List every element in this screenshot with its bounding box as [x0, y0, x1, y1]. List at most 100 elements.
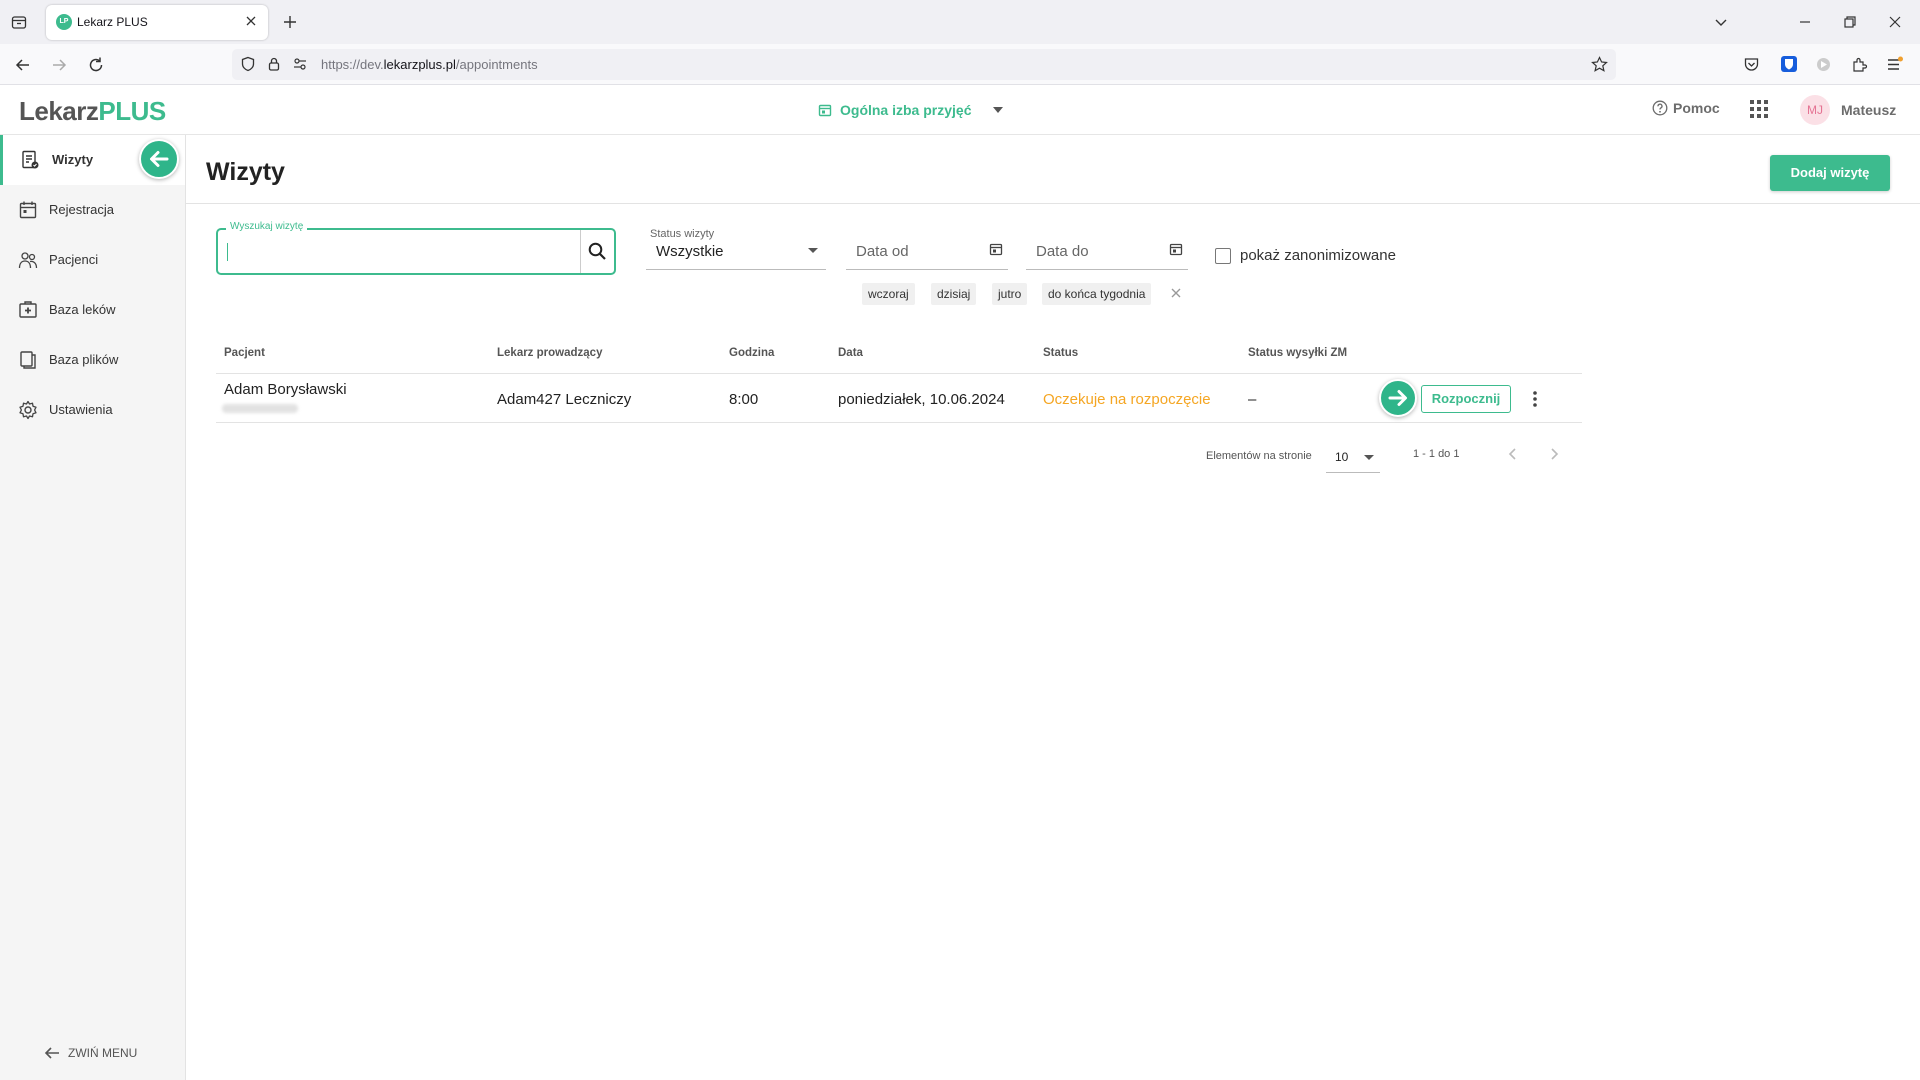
page-title: Wizyty — [206, 158, 285, 186]
collapse-menu-button[interactable]: ZWIŃ MENU — [44, 1046, 137, 1060]
calendar-picker-icon[interactable] — [989, 242, 1003, 256]
status-select-value: Wszystkie — [656, 243, 724, 260]
bookmark-star-icon[interactable] — [1591, 56, 1608, 73]
ward-calendar-icon — [818, 103, 832, 117]
pocket-icon[interactable] — [1743, 56, 1760, 73]
column-header-time[interactable]: Godzina — [729, 347, 774, 359]
date-from-field[interactable]: Data od — [846, 228, 1008, 270]
checkbox-box[interactable] — [1215, 247, 1231, 264]
column-header-patient[interactable]: Pacjent — [224, 347, 265, 359]
browser-tab-bar: LP Lekarz PLUS — [0, 0, 1920, 44]
avatar[interactable]: MJ — [1800, 95, 1830, 125]
url-text: https://dev.lekarzplus.pl/appointments — [321, 57, 538, 72]
search-button[interactable] — [580, 230, 614, 273]
files-icon — [18, 350, 38, 370]
minimize-window-icon[interactable] — [1798, 15, 1812, 29]
calendar-picker-icon[interactable] — [1169, 242, 1183, 256]
forward-icon[interactable] — [50, 56, 68, 74]
text-caret — [227, 243, 228, 261]
status-select[interactable]: Status wizyty Wszystkie — [646, 228, 826, 270]
column-header-zm-status[interactable]: Status wysyłki ZM — [1248, 347, 1347, 359]
collapse-menu-label: ZWIŃ MENU — [68, 1046, 138, 1060]
show-anonymized-checkbox[interactable]: pokaż zanonimizowane — [1215, 247, 1396, 264]
clear-chips-icon[interactable] — [1170, 287, 1182, 299]
zm-status-value: – — [1248, 391, 1257, 408]
more-options-icon[interactable] — [1532, 390, 1538, 408]
user-name[interactable]: Mateusz — [1841, 102, 1896, 118]
browser-tab[interactable]: LP Lekarz PLUS — [46, 5, 268, 40]
reload-icon[interactable] — [87, 56, 105, 74]
app-menu-icon[interactable] — [1886, 56, 1903, 73]
per-page-value: 10 — [1335, 450, 1349, 464]
patient-name[interactable]: Adam Borysławski — [224, 381, 347, 398]
previous-page-icon[interactable] — [1506, 446, 1520, 462]
sidebar-item-label: Ustawienia — [49, 402, 113, 417]
apps-grid-icon[interactable] — [1749, 99, 1769, 119]
close-tab-icon[interactable] — [244, 14, 258, 28]
extensions-puzzle-icon[interactable] — [1851, 56, 1868, 73]
shield-icon[interactable] — [240, 56, 256, 72]
lock-icon[interactable] — [266, 56, 282, 72]
status-select-label: Status wizyty — [650, 228, 715, 240]
sidebar-item-label: Pacjenci — [49, 252, 99, 267]
chip-tomorrow[interactable]: jutro — [992, 283, 1028, 305]
back-icon[interactable] — [14, 56, 32, 74]
sidebar-item-ustawienia[interactable]: Ustawienia — [0, 385, 185, 435]
start-appointment-button[interactable]: Rozpocznij — [1421, 385, 1511, 413]
per-page-label: Elementów na stronie — [1206, 450, 1312, 462]
address-bar[interactable]: https://dev.lekarzplus.pl/appointments — [232, 49, 1616, 80]
table-header-divider — [216, 373, 1582, 374]
sidebar-item-rejestracja[interactable]: Rejestracja — [0, 185, 185, 235]
extension-icon[interactable] — [1815, 56, 1832, 73]
appointment-date: poniedziałek, 10.06.2024 — [838, 391, 1005, 408]
app-header: LekarzPLUS Ogólna izba przyjęć Pomoc MJ … — [0, 85, 1920, 135]
restore-window-icon[interactable] — [1843, 15, 1857, 29]
sidebar: Wizyty Rejestracja Pacjenci Baza leków B… — [0, 135, 186, 1080]
column-header-doctor[interactable]: Lekarz prowadzący — [497, 347, 602, 359]
appointment-time: 8:00 — [729, 391, 759, 408]
column-header-date[interactable]: Data — [838, 347, 863, 359]
sidebar-item-baza-plikow[interactable]: Baza plików — [0, 335, 185, 385]
sidebar-item-label: Baza plików — [49, 352, 119, 367]
patients-icon — [18, 250, 38, 270]
sidebar-item-label: Baza leków — [49, 302, 116, 317]
next-page-icon[interactable] — [1547, 446, 1561, 462]
status-badge: Oczekuje na rozpoczęcie — [1043, 391, 1211, 408]
table-row-divider — [216, 422, 1582, 423]
ward-dropdown-icon — [993, 107, 1004, 113]
close-window-icon[interactable] — [1888, 15, 1902, 29]
calendar-icon — [18, 200, 38, 220]
chevron-down-icon — [808, 248, 818, 253]
annotation-arrow-left-icon — [139, 139, 179, 179]
help-circle-icon — [1652, 100, 1668, 116]
help-link[interactable]: Pomoc — [1652, 100, 1720, 116]
sidebar-item-label: Wizyty — [52, 152, 94, 167]
date-to-placeholder: Data do — [1036, 243, 1089, 260]
new-tab-icon[interactable] — [282, 14, 298, 30]
bitwarden-icon[interactable] — [1780, 55, 1798, 73]
tab-title: Lekarz PLUS — [77, 15, 148, 29]
per-page-select[interactable]: 10 — [1326, 441, 1380, 473]
ward-label: Ogólna izba przyjęć — [840, 102, 972, 118]
sidebar-item-baza-lekow[interactable]: Baza leków — [0, 285, 185, 335]
appointments-icon — [20, 150, 40, 170]
search-field[interactable]: Wyszukaj wizytę — [216, 221, 616, 275]
gear-icon — [18, 400, 38, 420]
chip-yesterday[interactable]: wczoraj — [862, 283, 915, 305]
search-label: Wyszukaj wizytę — [226, 221, 308, 232]
chip-today[interactable]: dzisiaj — [931, 283, 977, 305]
show-anonymized-label: pokaż zanonimizowane — [1240, 247, 1396, 264]
permissions-icon[interactable] — [292, 56, 308, 72]
app-logo[interactable]: LekarzPLUS — [19, 96, 166, 127]
pagination-range: 1 - 1 do 1 — [1413, 448, 1460, 460]
sidebar-item-pacjenci[interactable]: Pacjenci — [0, 235, 185, 285]
chip-end-of-week[interactable]: do końca tygodnia — [1042, 283, 1152, 305]
tab-list-icon[interactable] — [11, 14, 27, 30]
tab-overflow-chevron-icon[interactable] — [1714, 15, 1728, 29]
ward-selector[interactable]: Ogólna izba przyjęć — [818, 98, 1004, 122]
add-appointment-button[interactable]: Dodaj wizytę — [1770, 155, 1890, 191]
patient-id-redacted — [222, 404, 298, 413]
sidebar-item-label: Rejestracja — [49, 202, 115, 217]
column-header-status[interactable]: Status — [1043, 347, 1078, 359]
date-to-field[interactable]: Data do — [1026, 228, 1188, 270]
